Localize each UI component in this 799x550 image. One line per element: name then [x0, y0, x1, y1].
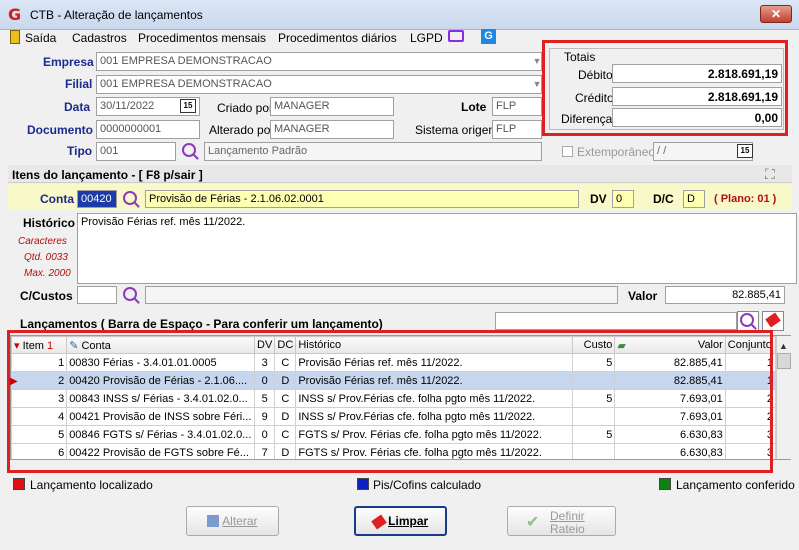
conta-code-field[interactable]: 00420 — [77, 190, 117, 208]
app-logo-icon: G — [8, 5, 22, 24]
legend-blue-square — [357, 478, 369, 490]
data-label: Data — [64, 100, 91, 114]
dv-label: DV — [590, 192, 607, 206]
alterado-label: Alterado por — [209, 123, 275, 137]
app-g-icon[interactable]: G — [481, 29, 496, 44]
scroll-thumb[interactable] — [777, 353, 791, 369]
sistema-label: Sistema origem — [415, 123, 499, 137]
search-icon[interactable] — [182, 143, 196, 157]
menu-saida[interactable]: Saída — [25, 31, 56, 45]
legend-conferido: Lançamento conferido — [676, 478, 795, 492]
documento-field[interactable]: 0000000001 — [96, 120, 200, 139]
itens-title: Itens do lançamento - [ F8 p/sair ] — [12, 168, 203, 182]
menu-cadastros[interactable]: Cadastros — [72, 31, 127, 45]
ccustos-label: C/Custos — [20, 289, 73, 303]
ccustos-field[interactable] — [77, 286, 117, 304]
dc-field[interactable]: D — [683, 190, 705, 208]
criado-label: Criado por — [217, 101, 274, 115]
tipo-label: Tipo — [67, 144, 93, 158]
conta-label: Conta — [40, 192, 74, 206]
lancamento-search-input[interactable] — [495, 312, 737, 330]
alterar-button[interactable]: Alterar — [186, 506, 279, 536]
menu-proc-diarios[interactable]: Procedimentos diários — [278, 31, 397, 45]
tipo-desc-field: Lançamento Padrão — [204, 142, 542, 161]
dc-label: D/C — [653, 192, 674, 206]
limpar-button[interactable]: Limpar — [354, 506, 447, 536]
legend-red-square — [13, 478, 25, 490]
window-title: CTB - Alteração de lançamentos — [30, 8, 203, 22]
scroll-up-icon[interactable]: ▲ — [779, 341, 788, 351]
historico-field[interactable]: Provisão Férias ref. mês 11/2022. — [77, 213, 797, 284]
valor-field[interactable]: 82.885,41 — [665, 286, 785, 304]
search-icon[interactable] — [123, 191, 137, 205]
calendar-icon[interactable]: 15 — [737, 144, 753, 158]
plano-label: ( Plano: 01 ) — [714, 193, 777, 205]
checkmark-icon: ✔ — [526, 514, 540, 531]
legend-pis: Pis/Cofins calculado — [373, 478, 482, 492]
calendar-icon[interactable]: 15 — [180, 99, 196, 113]
qtd-label: Qtd. 0033 — [24, 252, 68, 263]
close-button[interactable]: ✕ — [760, 5, 792, 23]
eraser-icon — [371, 514, 387, 530]
definir-rateio-button[interactable]: ✔ Definir Rateio — [507, 506, 616, 536]
search-icon — [740, 313, 754, 327]
conta-desc-field: Provisão de Férias - 2.1.06.02.0001 — [145, 190, 579, 208]
exit-icon — [10, 30, 20, 44]
lote-label: Lote — [461, 100, 487, 114]
criado-field: MANAGER — [270, 97, 394, 116]
documento-label: Documento — [27, 123, 93, 137]
save-icon — [207, 515, 220, 527]
monitor-icon[interactable] — [448, 30, 464, 42]
empresa-field[interactable]: 001 EMPRESA DEMONSTRACAO — [96, 52, 542, 71]
extemporaneo-label: Extemporâneo — [577, 145, 656, 159]
empresa-label: Empresa — [43, 55, 94, 69]
tipo-field[interactable]: 001 — [96, 142, 176, 161]
lancamentos-title: Lançamentos ( Barra de Espaço - Para con… — [20, 317, 383, 331]
alterado-field: MANAGER — [270, 120, 394, 139]
menu-proc-mensais[interactable]: Procedimentos mensais — [138, 31, 266, 45]
legend-green-square — [659, 478, 671, 490]
highlight-box-grid — [7, 330, 773, 473]
extemporaneo-checkbox[interactable] — [562, 146, 573, 157]
max-label: Max. 2000 — [24, 268, 71, 279]
dv-field[interactable]: 0 — [612, 190, 634, 208]
valor-label: Valor — [628, 289, 658, 303]
search-icon[interactable] — [123, 287, 137, 301]
caracteres-label: Caracteres — [18, 236, 67, 247]
historico-label: Histórico — [23, 216, 76, 230]
expand-icon[interactable]: ⛶ — [765, 166, 775, 183]
highlight-box-totais — [542, 40, 788, 136]
menu-lgpd[interactable]: LGPD — [410, 31, 443, 45]
filial-label: Filial — [65, 77, 93, 91]
lote-field: FLP — [492, 97, 542, 116]
sistema-field: FLP — [492, 120, 542, 139]
filial-field[interactable]: 001 EMPRESA DEMONSTRACAO — [96, 75, 542, 94]
ccustos-desc-field — [145, 286, 618, 304]
legend-localizado: Lançamento localizado — [30, 478, 153, 492]
